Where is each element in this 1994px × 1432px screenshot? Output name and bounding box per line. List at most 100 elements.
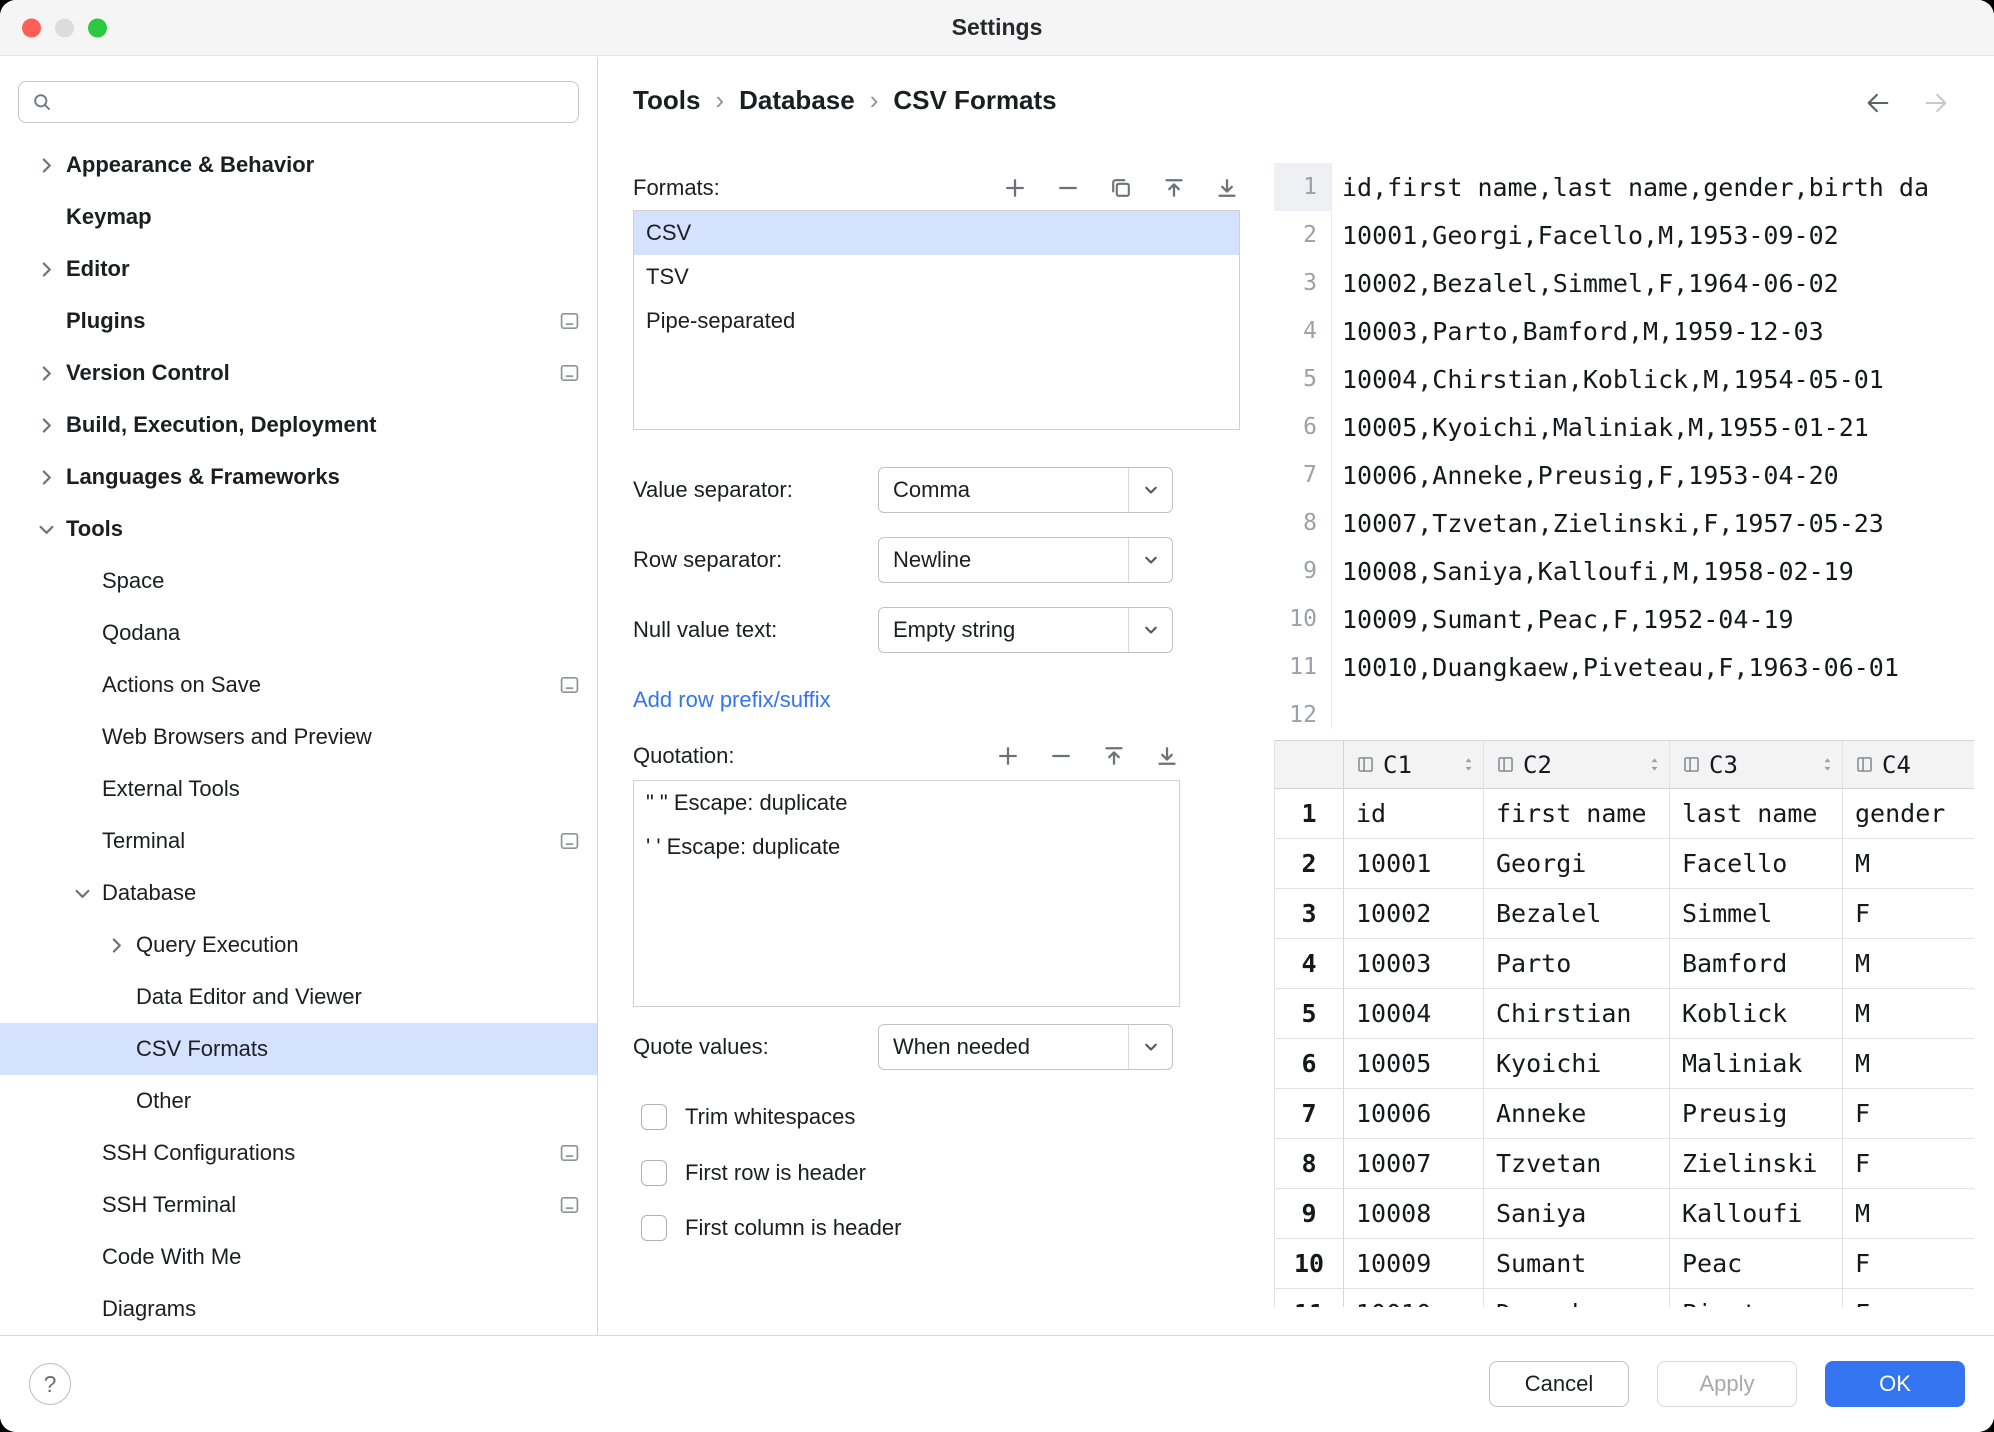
remove-quotation-button[interactable] xyxy=(1048,743,1074,769)
table-cell[interactable]: Tzvetan xyxy=(1484,1139,1670,1189)
table-cell[interactable]: F xyxy=(1843,1139,1974,1189)
zoom-button[interactable] xyxy=(88,18,107,37)
quotation-item[interactable]: ' ' Escape: duplicate xyxy=(634,825,1179,869)
chevron-right-icon[interactable] xyxy=(26,153,66,177)
add-row-prefix-suffix-link[interactable]: Add row prefix/suffix xyxy=(633,687,831,713)
sidebar-item-data-editor-and-viewer[interactable]: Data Editor and Viewer xyxy=(0,971,597,1023)
table-cell[interactable]: first name xyxy=(1484,789,1670,839)
table-cell[interactable]: Kyoichi xyxy=(1484,1039,1670,1089)
add-format-button[interactable] xyxy=(1002,175,1028,201)
sidebar-item-tools[interactable]: Tools xyxy=(0,503,597,555)
move-up-button[interactable] xyxy=(1101,743,1127,769)
sidebar-item-query-execution[interactable]: Query Execution xyxy=(0,919,597,971)
table-cell[interactable]: gender xyxy=(1843,789,1974,839)
ok-button[interactable]: OK xyxy=(1825,1361,1965,1407)
table-cell[interactable]: Anneke xyxy=(1484,1089,1670,1139)
sidebar-item-languages-frameworks[interactable]: Languages & Frameworks xyxy=(0,451,597,503)
chevron-right-icon[interactable] xyxy=(26,465,66,489)
table-cell[interactable]: M xyxy=(1843,939,1974,989)
sidebar-item-editor[interactable]: Editor xyxy=(0,243,597,295)
null-value-select[interactable]: Empty string xyxy=(878,607,1173,653)
close-button[interactable] xyxy=(22,18,41,37)
row-separator-select[interactable]: Newline xyxy=(878,537,1173,583)
table-cell[interactable]: F xyxy=(1843,889,1974,939)
checkbox-box[interactable] xyxy=(641,1104,667,1130)
help-button[interactable]: ? xyxy=(29,1363,71,1405)
forward-button[interactable] xyxy=(1922,89,1950,117)
sidebar-item-web-browsers-and-preview[interactable]: Web Browsers and Preview xyxy=(0,711,597,763)
breadcrumb-item-database[interactable]: Database xyxy=(739,85,855,116)
sidebar-item-build-execution-deployment[interactable]: Build, Execution, Deployment xyxy=(0,399,597,451)
sidebar-item-qodana[interactable]: Qodana xyxy=(0,607,597,659)
sidebar-item-ssh-configurations[interactable]: SSH Configurations xyxy=(0,1127,597,1179)
table-cell[interactable]: Zielinski xyxy=(1670,1139,1843,1189)
table-cell[interactable]: M xyxy=(1843,1189,1974,1239)
sidebar-item-space[interactable]: Space xyxy=(0,555,597,607)
sidebar-item-csv-formats[interactable]: CSV Formats xyxy=(0,1023,597,1075)
chevron-down-icon[interactable] xyxy=(62,881,102,905)
table-cell[interactable]: 10007 xyxy=(1344,1139,1484,1189)
sidebar-item-ssh-terminal[interactable]: SSH Terminal xyxy=(0,1179,597,1231)
sort-icon[interactable] xyxy=(1821,755,1834,774)
table-cell[interactable]: 10005 xyxy=(1344,1039,1484,1089)
table-cell[interactable]: F xyxy=(1843,1089,1974,1139)
back-button[interactable] xyxy=(1864,89,1892,117)
table-cell[interactable]: 10002 xyxy=(1344,889,1484,939)
sidebar-item-actions-on-save[interactable]: Actions on Save xyxy=(0,659,597,711)
value-separator-select[interactable]: Comma xyxy=(878,467,1173,513)
sidebar-item-terminal[interactable]: Terminal xyxy=(0,815,597,867)
table-cell[interactable]: Chirstian xyxy=(1484,989,1670,1039)
table-cell[interactable]: 10001 xyxy=(1344,839,1484,889)
column-header-c4[interactable]: C4 xyxy=(1843,741,1974,789)
column-header-c2[interactable]: C2 xyxy=(1484,741,1670,789)
checkbox-first-row-is-header[interactable]: First row is header xyxy=(641,1153,866,1193)
checkbox-first-column-is-header[interactable]: First column is header xyxy=(641,1208,901,1248)
duplicate-format-button[interactable] xyxy=(1108,175,1134,201)
table-cell[interactable]: M xyxy=(1843,989,1974,1039)
table-cell[interactable]: 10008 xyxy=(1344,1189,1484,1239)
table-cell[interactable]: Piveteau xyxy=(1670,1289,1843,1307)
table-cell[interactable]: M xyxy=(1843,839,1974,889)
chevron-down-icon[interactable] xyxy=(26,517,66,541)
table-cell[interactable]: Georgi xyxy=(1484,839,1670,889)
sort-icon[interactable] xyxy=(1648,755,1661,774)
table-cell[interactable]: Bamford xyxy=(1670,939,1843,989)
sidebar-item-code-with-me[interactable]: Code With Me xyxy=(0,1231,597,1283)
table-cell[interactable]: F xyxy=(1843,1239,1974,1289)
checkbox-box[interactable] xyxy=(641,1160,667,1186)
remove-format-button[interactable] xyxy=(1055,175,1081,201)
sort-icon[interactable] xyxy=(1462,755,1475,774)
format-item-tsv[interactable]: TSV xyxy=(634,255,1239,299)
column-header-c3[interactable]: C3 xyxy=(1670,741,1843,789)
import-format-button[interactable] xyxy=(1161,175,1187,201)
table-cell[interactable]: Koblick xyxy=(1670,989,1843,1039)
sidebar-item-keymap[interactable]: Keymap xyxy=(0,191,597,243)
sidebar-item-other[interactable]: Other xyxy=(0,1075,597,1127)
sidebar-item-diagrams[interactable]: Diagrams xyxy=(0,1283,597,1335)
search-input[interactable] xyxy=(62,89,566,115)
checkbox-trim-whitespaces[interactable]: Trim whitespaces xyxy=(641,1097,855,1137)
table-cell[interactable]: M xyxy=(1843,1039,1974,1089)
table-cell[interactable]: last name xyxy=(1670,789,1843,839)
table-cell[interactable]: Duangkaew xyxy=(1484,1289,1670,1307)
table-cell[interactable]: 10010 xyxy=(1344,1289,1484,1307)
sidebar-item-database[interactable]: Database xyxy=(0,867,597,919)
table-cell[interactable]: Simmel xyxy=(1670,889,1843,939)
table-cell[interactable]: Peac xyxy=(1670,1239,1843,1289)
settings-search-field[interactable] xyxy=(18,81,579,123)
table-cell[interactable]: Saniya xyxy=(1484,1189,1670,1239)
quote-values-select[interactable]: When needed xyxy=(878,1024,1173,1070)
table-cell[interactable]: id xyxy=(1344,789,1484,839)
table-cell[interactable]: Sumant xyxy=(1484,1239,1670,1289)
apply-button[interactable]: Apply xyxy=(1657,1361,1797,1407)
chevron-right-icon[interactable] xyxy=(96,933,136,957)
export-format-button[interactable] xyxy=(1214,175,1240,201)
chevron-right-icon[interactable] xyxy=(26,413,66,437)
sidebar-item-external-tools[interactable]: External Tools xyxy=(0,763,597,815)
sidebar-item-version-control[interactable]: Version Control xyxy=(0,347,597,399)
breadcrumb-item-tools[interactable]: Tools xyxy=(633,85,700,116)
table-cell[interactable]: F xyxy=(1843,1289,1974,1307)
table-cell[interactable]: 10004 xyxy=(1344,989,1484,1039)
table-cell[interactable]: Bezalel xyxy=(1484,889,1670,939)
minimize-button[interactable] xyxy=(55,18,74,37)
